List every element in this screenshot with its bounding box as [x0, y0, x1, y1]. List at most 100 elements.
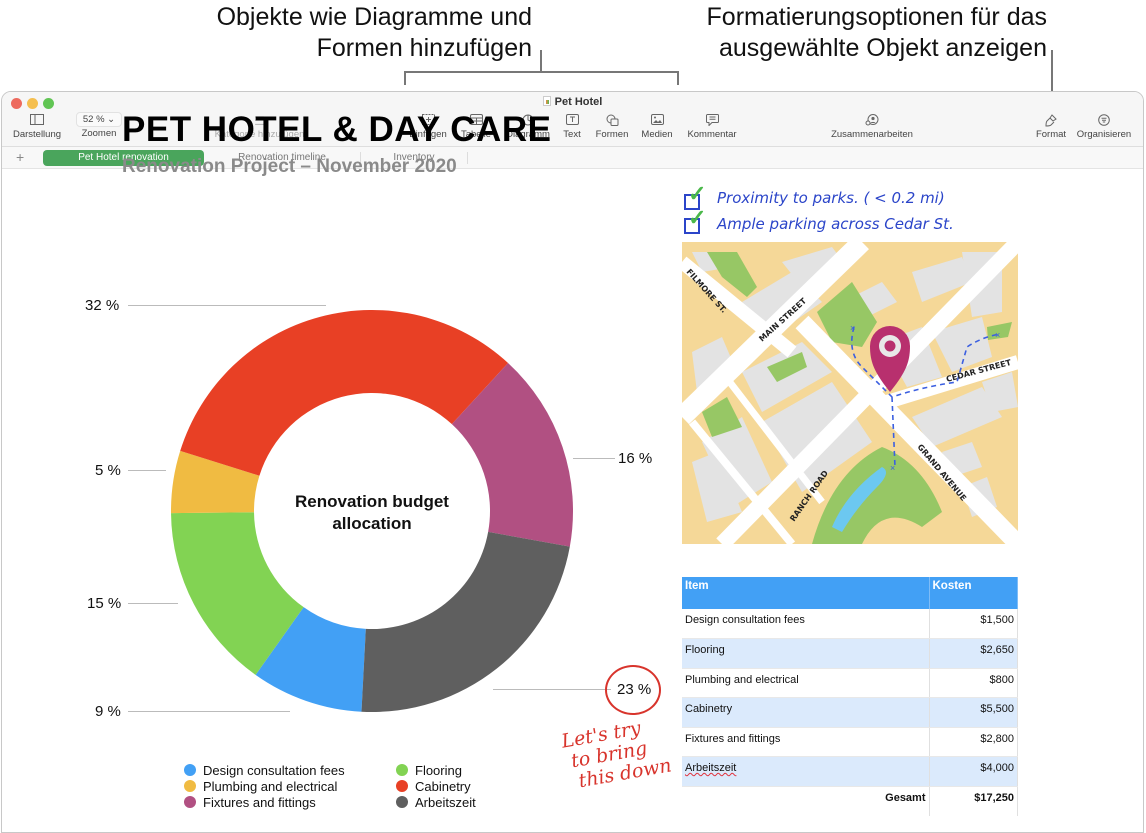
legend-item-arbeitszeit: Arbeitszeit — [396, 795, 476, 811]
media-button[interactable]: Medien — [638, 114, 676, 140]
callout-format-options: Formatierungsoptionen für das ausgewählt… — [600, 2, 1047, 64]
table-row: Cabinetry $5,500 — [682, 697, 1018, 728]
add-sheet-button[interactable]: + — [16, 149, 24, 165]
checkmark-icon: ✓ — [688, 205, 707, 230]
table-row: Design consultation fees $1,500 — [682, 609, 1018, 639]
legend-swatch — [396, 796, 408, 808]
callout-line-2: Formen hinzufügen — [316, 34, 532, 62]
organize-button[interactable]: Organisieren — [1072, 114, 1136, 140]
legend-label: Design consultation fees — [203, 763, 345, 778]
document-icon — [542, 96, 551, 106]
zoom-value: 52 % — [82, 114, 105, 125]
legend-swatch — [184, 780, 196, 792]
format-button[interactable]: Format — [1032, 114, 1070, 140]
legend-label: Arbeitszeit — [415, 795, 476, 810]
cell-item[interactable]: Flooring — [682, 638, 930, 669]
cell-cost[interactable]: $800 — [929, 668, 1018, 698]
leader-line-cabinetry — [128, 305, 326, 306]
chart-value-label-flooring: 15 % — [87, 595, 122, 612]
legend-label: Flooring — [415, 763, 462, 778]
cell-cost[interactable]: $4,000 — [929, 756, 1018, 787]
chevron-down-icon: ⌄ — [107, 114, 116, 125]
callout-bracket-left — [404, 71, 406, 85]
table-header-row: Item Kosten — [682, 577, 1018, 609]
legend-item-fixtures: Fixtures and fittings — [184, 795, 316, 811]
collaborate-label: Zusammenarbeiten — [831, 129, 913, 140]
cell-cost[interactable]: $1,500 — [929, 609, 1018, 639]
cell-cost[interactable]: $2,800 — [929, 727, 1018, 757]
chart-value-label-plumbing: 5 % — [95, 462, 121, 479]
view-label: Darstellung — [12, 129, 62, 140]
paintbrush-icon — [1032, 114, 1070, 128]
legend-label: Cabinetry — [415, 779, 471, 794]
collaborate-button[interactable]: Zusammenarbeiten — [822, 114, 922, 140]
legend-swatch — [184, 796, 196, 808]
cell-item[interactable]: Cabinetry — [682, 697, 930, 728]
legend-item-design: Design consultation fees — [184, 763, 345, 779]
table-total-row: Gesamt $17,250 — [682, 786, 1018, 816]
legend-label: Plumbing and electrical — [203, 779, 338, 794]
checkmark-icon: ✓ — [688, 181, 707, 206]
callout-bracket-right — [677, 71, 679, 85]
shapes-icon — [592, 114, 632, 128]
legend-swatch — [184, 764, 196, 776]
leader-line-fixtures — [573, 458, 615, 459]
checklist-item: Ample parking across Cedar St. — [717, 215, 954, 233]
legend-swatch — [396, 764, 408, 776]
callout-line-2: ausgewählte Objekt anzeigen — [718, 34, 1047, 62]
media-label: Medien — [641, 129, 673, 140]
total-value[interactable]: $17,250 — [929, 786, 1018, 816]
column-header-item[interactable]: Item — [682, 577, 930, 609]
text-button[interactable]: Text — [560, 114, 584, 140]
table-row: Fixtures and fittings $2,800 — [682, 727, 1018, 757]
zoom-label: Zoomen — [81, 128, 117, 139]
cost-table[interactable]: Item Kosten Design consultation fees $1,… — [682, 577, 1018, 816]
table-row: Flooring $2,650 — [682, 638, 1018, 669]
neighborhood-map[interactable]: × × × FILMORE ST. MAIN STREET CEDAR STRE… — [682, 242, 1018, 544]
legend-label: Fixtures and fittings — [203, 795, 316, 810]
cell-item[interactable]: Arbeitszeit — [682, 756, 930, 787]
zoom-control[interactable]: 52 % ⌄ Zoomen — [74, 112, 124, 139]
text-box-icon — [560, 114, 584, 128]
table-row: Plumbing and electrical $800 — [682, 668, 1018, 698]
collaborate-icon — [822, 114, 922, 128]
view-button[interactable]: Darstellung — [10, 114, 64, 140]
zoom-select[interactable]: 52 % ⌄ — [75, 112, 123, 127]
cell-cost[interactable]: $2,650 — [929, 638, 1018, 669]
sidebar-icon — [10, 114, 64, 128]
window-title-text: Pet Hotel — [554, 96, 603, 108]
leader-line-flooring — [128, 603, 178, 604]
leader-line-plumbing — [128, 470, 166, 471]
comment-label: Kommentar — [687, 129, 737, 140]
organize-label: Organisieren — [1076, 129, 1132, 140]
document-subtitle[interactable]: Renovation Project – November 2020 — [122, 156, 457, 178]
comment-button[interactable]: Kommentar — [684, 114, 740, 140]
cell-item[interactable]: Fixtures and fittings — [682, 727, 930, 757]
callout-bracket-stem — [540, 50, 542, 72]
window-title: Pet Hotel — [2, 96, 1143, 108]
cell-item[interactable]: Plumbing and electrical — [682, 668, 930, 698]
chart-value-label-fixtures: 16 % — [618, 450, 653, 467]
svg-text:×: × — [995, 330, 1000, 340]
chart-center-title: Renovation budget allocation — [295, 492, 449, 533]
table-row: Arbeitszeit $4,000 — [682, 756, 1018, 787]
cell-item[interactable]: Design consultation fees — [682, 609, 930, 639]
callout-line-1: Objekte wie Diagramme und — [216, 3, 532, 31]
total-label[interactable]: Gesamt — [682, 786, 930, 816]
column-header-kosten[interactable]: Kosten — [929, 577, 1018, 609]
leader-line-arbeitszeit — [493, 689, 611, 690]
legend-swatch — [396, 780, 408, 792]
organize-icon — [1072, 114, 1136, 128]
media-icon — [638, 114, 676, 128]
handwritten-circle-annotation — [605, 665, 661, 715]
shapes-label: Formen — [595, 129, 629, 140]
callout-line-1: Formatierungsoptionen für das — [706, 3, 1047, 31]
document-title[interactable]: PET HOTEL & DAY CARE — [122, 110, 551, 150]
cell-cost[interactable]: $5,500 — [929, 697, 1018, 728]
misspelled-word[interactable]: Arbeitszeit — [685, 762, 736, 774]
chart-value-label-design: 9 % — [95, 703, 121, 720]
svg-text:×: × — [850, 323, 855, 333]
checklist-item: Proximity to parks. ( < 0.2 mi) — [717, 189, 945, 207]
legend-item-plumbing: Plumbing and electrical — [184, 779, 337, 795]
shapes-button[interactable]: Formen — [592, 114, 632, 140]
